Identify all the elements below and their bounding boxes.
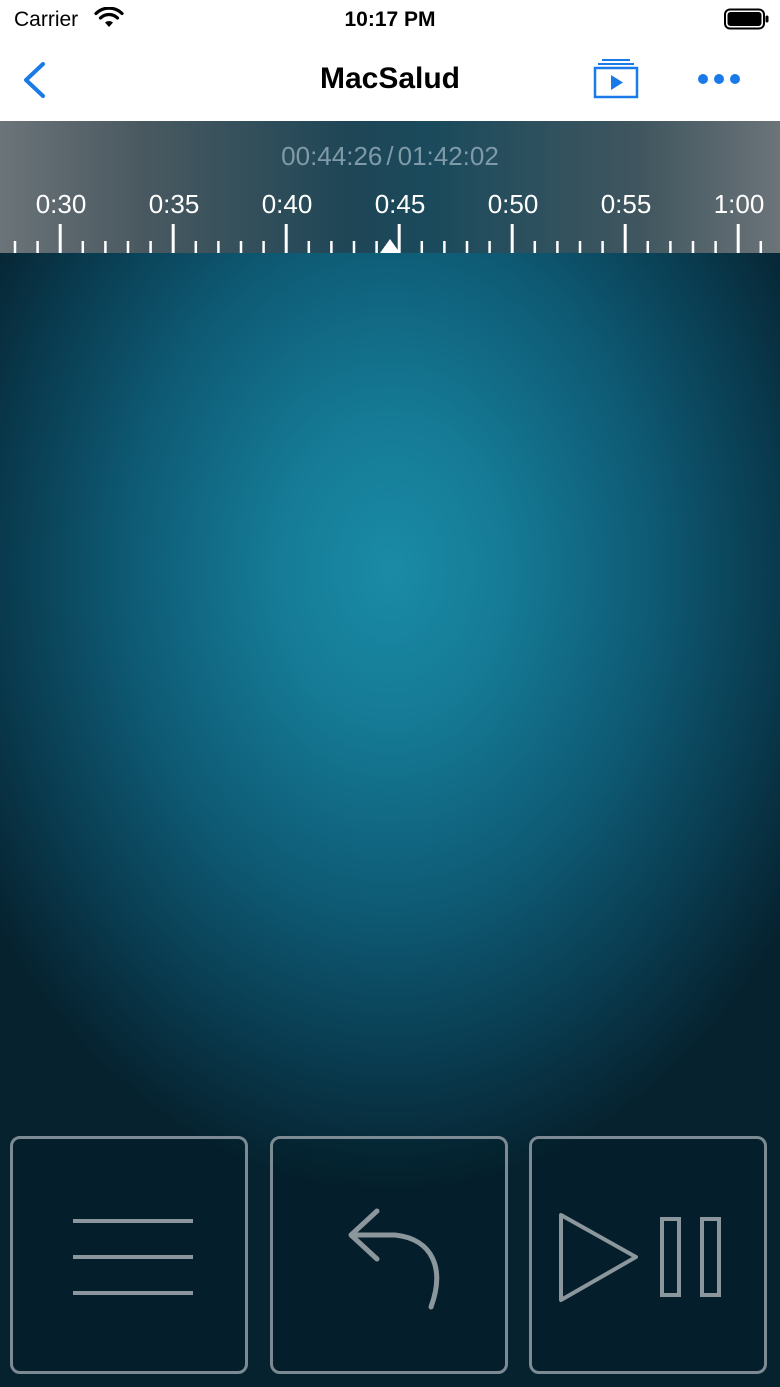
current-time: 00:44:26: [281, 141, 383, 171]
undo-arrow-icon: [348, 1208, 440, 1310]
time-readout: 00:44:26/01:42:02: [0, 141, 780, 172]
ruler-label: 1:00: [713, 189, 765, 219]
playlist-play-icon[interactable]: [592, 58, 640, 100]
ruler-label: 0:35: [148, 189, 200, 219]
triangle-up-icon: [380, 239, 400, 253]
play-pause-icon: [559, 1213, 721, 1302]
ruler-label: 0:30: [35, 189, 87, 219]
return-button[interactable]: [270, 1136, 508, 1374]
ruler-label: 0:55: [600, 189, 652, 219]
navigation-bar: MacSalud: [0, 40, 780, 121]
hamburger-menu-icon: [73, 1219, 193, 1295]
total-time: 01:42:02: [397, 141, 499, 171]
ruler-ticks: [13, 224, 763, 253]
page-title: MacSalud: [319, 62, 461, 95]
clock: 10:17 PM: [344, 8, 436, 31]
menu-button[interactable]: [10, 1136, 248, 1374]
ruler-label: 0:45: [374, 189, 426, 219]
ellipsis-icon[interactable]: [696, 66, 742, 92]
battery-icon: [724, 8, 769, 30]
timeline-scrubber[interactable]: 00:44:26/01:42:02 0:30 0:35 0:40 0:45 0:…: [0, 121, 780, 253]
play-pause-button[interactable]: [529, 1136, 767, 1374]
ruler-labels: 0:30 0:35 0:40 0:45 0:50 0:55 1:00: [0, 189, 780, 223]
time-separator: /: [386, 141, 394, 171]
ruler-label: 0:50: [487, 189, 539, 219]
status-bar: Carrier 10:17 PM: [0, 0, 780, 40]
player-screen: Carrier 10:17 PM MacSalud 00:44:26 / 01:…: [0, 0, 780, 1387]
ruler-label: 0:40: [261, 189, 313, 219]
